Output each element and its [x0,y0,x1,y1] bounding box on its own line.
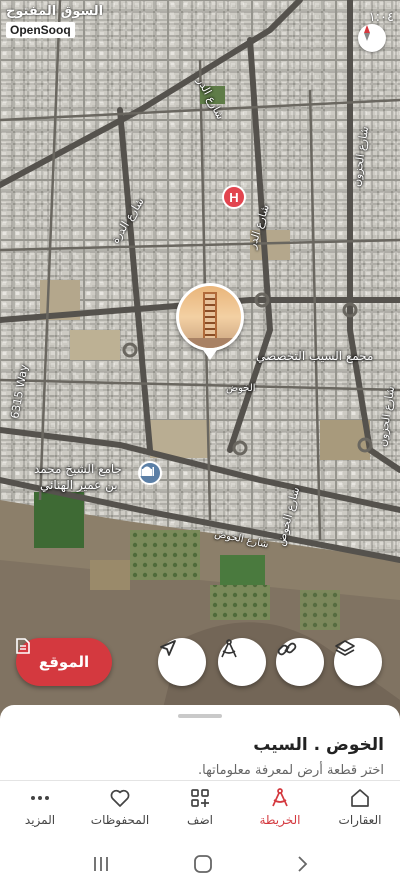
nav-label: المزيد [24,812,56,827]
document-icon [16,638,30,654]
system-nav-bar [0,838,400,889]
property-pin[interactable] [176,283,244,360]
nav-label: الخريطة [259,812,301,827]
home-button-icon[interactable] [193,854,213,874]
location-label: الموقع [38,653,90,671]
nav-item-saved[interactable]: المحفوظات [80,781,160,832]
recent-apps-icon[interactable] [91,855,111,873]
layers-button[interactable] [334,638,382,686]
navigation-arrow-icon [160,640,176,656]
map-icon [272,787,288,806]
mosque-marker[interactable] [138,461,162,485]
compass-draw-icon [221,639,237,658]
status-time: ١:٠٤ [368,10,394,25]
layers-icon [335,640,355,656]
tower-icon [179,292,241,348]
location-title: الخوض . السيب [253,735,384,755]
add-grid-icon [191,788,209,807]
back-chevron-icon[interactable] [295,855,309,873]
complex-label: مجمع السيب التخصصي [256,349,374,363]
sheet-handle[interactable] [178,714,222,718]
home-icon [351,788,369,807]
more-icon [31,795,49,800]
nav-label: اضف [187,812,213,827]
nav-label: العقارات [338,812,382,827]
mosque-icon [140,466,154,476]
brand-logo: OpenSooq [6,22,75,38]
nav-label: المحفوظات [90,812,150,827]
hospital-marker[interactable]: H [222,185,246,209]
nav-item-properties[interactable]: العقارات [320,781,400,832]
location-button[interactable]: الموقع [16,638,112,686]
share-link-button[interactable] [276,638,324,686]
heart-icon [110,789,130,807]
location-subtitle: اختر قطعة أرض لمعرفة معلوماتها. [198,763,384,778]
info-sheet[interactable]: الخوض . السيب اختر قطعة أرض لمعرفة معلوم… [0,705,400,787]
compass-icon [364,25,370,41]
area-label: الخوض [226,383,256,394]
navigate-button[interactable] [158,638,206,686]
mosque-label-line2: بن عمير الهنائي [40,478,118,492]
bottom-nav: العقارات الخريطة اضف المحفوظات المزيد [0,780,400,832]
link-icon [277,642,297,656]
nav-item-add[interactable]: اضف [160,781,240,832]
compass-button[interactable] [358,24,386,52]
nav-item-map[interactable]: الخريطة [240,781,320,832]
map-view[interactable]: السوق المفتوح OpenSooq ١:٠٤ شارع الدر شا… [0,0,400,720]
nav-item-more[interactable]: المزيد [0,781,80,832]
measure-button[interactable] [218,638,266,686]
building-photo [179,286,241,348]
brand-arabic: السوق المفتوح [6,4,104,19]
mosque-label-line1: جامع الشيخ محمد [34,462,122,476]
